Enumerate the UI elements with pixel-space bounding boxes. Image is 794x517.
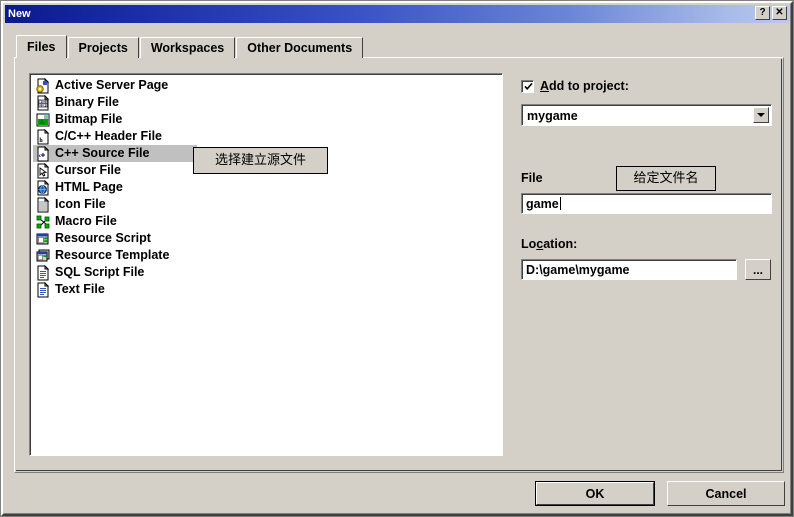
checkmark-icon	[524, 82, 533, 90]
sql-script-file-icon	[35, 264, 51, 281]
project-combobox-inner: mygame	[522, 105, 771, 125]
html-page-icon	[35, 179, 51, 196]
screen: New ? ✕ Files Projects Workspaces Other …	[0, 0, 794, 517]
svg-text:1: 1	[44, 103, 46, 107]
ok-button-label: OK	[585, 486, 605, 501]
file-name-text: game	[526, 197, 559, 211]
list-item[interactable]: Resource Template	[33, 247, 502, 264]
list-item-label: Active Server Page	[55, 78, 169, 92]
location-value: D:\game\mygame	[526, 263, 630, 277]
list-item[interactable]: Macro File	[33, 213, 502, 230]
tab-workspaces[interactable]: Workspaces	[139, 37, 236, 58]
location-label-prefix: Lo	[521, 237, 537, 251]
list-item[interactable]: HTML Page	[33, 179, 502, 196]
list-item[interactable]: Resource Script	[33, 230, 502, 247]
macro-file-icon	[35, 214, 51, 230]
annotation-specify-filename: 给定文件名	[616, 166, 716, 191]
list-item-label: Cursor File	[55, 163, 121, 177]
active-server-page-icon	[35, 77, 51, 94]
list-item-label: Macro File	[55, 214, 117, 228]
list-item-label: Text File	[55, 282, 105, 296]
cancel-button[interactable]: Cancel	[667, 481, 785, 506]
add-to-project-row[interactable]: Add to project:	[521, 79, 629, 93]
list-item-label: Resource Template	[55, 248, 170, 262]
list-item[interactable]: h C/C++ Header File	[33, 128, 502, 145]
list-item[interactable]: SQL Script File	[33, 264, 502, 281]
header-file-icon: h	[35, 128, 51, 145]
list-item-label: C/C++ Header File	[55, 129, 162, 143]
list-item-label: Icon File	[55, 197, 106, 211]
file-name-value: game	[523, 197, 561, 211]
annotation-select-source-file: 选择建立源文件	[193, 147, 328, 174]
arrow-glyph	[757, 113, 765, 117]
file-type-listbox[interactable]: Active Server Page 1 0 0 1 Binary File B…	[29, 73, 503, 456]
add-to-project-label-rest: dd to project:	[549, 79, 629, 93]
title-bar[interactable]: New ? ✕	[5, 5, 789, 23]
file-type-list: Active Server Page 1 0 0 1 Binary File B…	[30, 74, 502, 455]
list-item[interactable]: Bitmap File	[33, 111, 502, 128]
file-name-input[interactable]: game	[521, 193, 772, 214]
file-name-input-inner: game	[522, 194, 771, 213]
list-item-label: SQL Script File	[55, 265, 145, 279]
window-title: New	[8, 8, 31, 20]
bitmap-file-icon	[35, 112, 51, 128]
text-caret	[559, 197, 561, 210]
list-item[interactable]: Icon File	[33, 196, 502, 213]
list-item-label: Resource Script	[55, 231, 151, 245]
location-label: Location:	[521, 237, 577, 251]
list-item[interactable]: 1 0 0 1 Binary File	[33, 94, 502, 111]
project-combobox[interactable]: mygame	[521, 104, 772, 126]
close-icon[interactable]: ✕	[772, 6, 787, 20]
list-item[interactable]: Active Server Page	[33, 77, 502, 94]
help-icon[interactable]: ?	[755, 6, 770, 20]
new-file-dialog: New ? ✕ Files Projects Workspaces Other …	[1, 1, 793, 516]
title-bar-buttons: ? ✕	[755, 6, 787, 20]
list-item-label: Binary File	[55, 95, 119, 109]
ok-button[interactable]: OK	[535, 481, 655, 506]
accel-char: A	[540, 79, 550, 93]
resource-template-icon	[35, 248, 51, 264]
location-input-inner: D:\game\mygame	[522, 260, 736, 279]
list-item-cpp-source-file[interactable]: c C++ Source File	[33, 145, 197, 162]
resource-script-icon	[35, 231, 51, 247]
cursor-file-icon	[35, 162, 51, 179]
add-to-project-label: Add to project:	[540, 79, 629, 93]
svg-text:0: 0	[40, 103, 42, 107]
tab-projects[interactable]: Projects	[67, 37, 139, 58]
add-to-project-checkbox[interactable]	[521, 79, 534, 93]
browse-button[interactable]: ...	[745, 259, 771, 280]
list-item-label: C++ Source File	[55, 146, 150, 160]
location-label-rest: ation:	[543, 237, 578, 251]
tab-other-documents[interactable]: Other Documents	[236, 37, 364, 58]
cancel-button-label: Cancel	[705, 486, 747, 501]
binary-file-icon: 1 0 0 1	[35, 94, 51, 111]
list-item-label: Bitmap File	[55, 112, 123, 126]
file-name-label: File	[521, 171, 543, 185]
cpp-source-file-icon: c	[35, 145, 51, 162]
list-item-label: HTML Page	[55, 180, 123, 194]
icon-file-icon	[35, 196, 51, 213]
chevron-down-icon[interactable]	[753, 107, 769, 123]
location-input[interactable]: D:\game\mygame	[521, 259, 737, 280]
tab-files[interactable]: Files	[16, 35, 67, 58]
tab-strip: Files Projects Workspaces Other Document…	[16, 35, 364, 58]
text-file-icon	[35, 281, 51, 298]
project-combobox-value: mygame	[527, 108, 578, 123]
list-item[interactable]: Text File	[33, 281, 502, 298]
